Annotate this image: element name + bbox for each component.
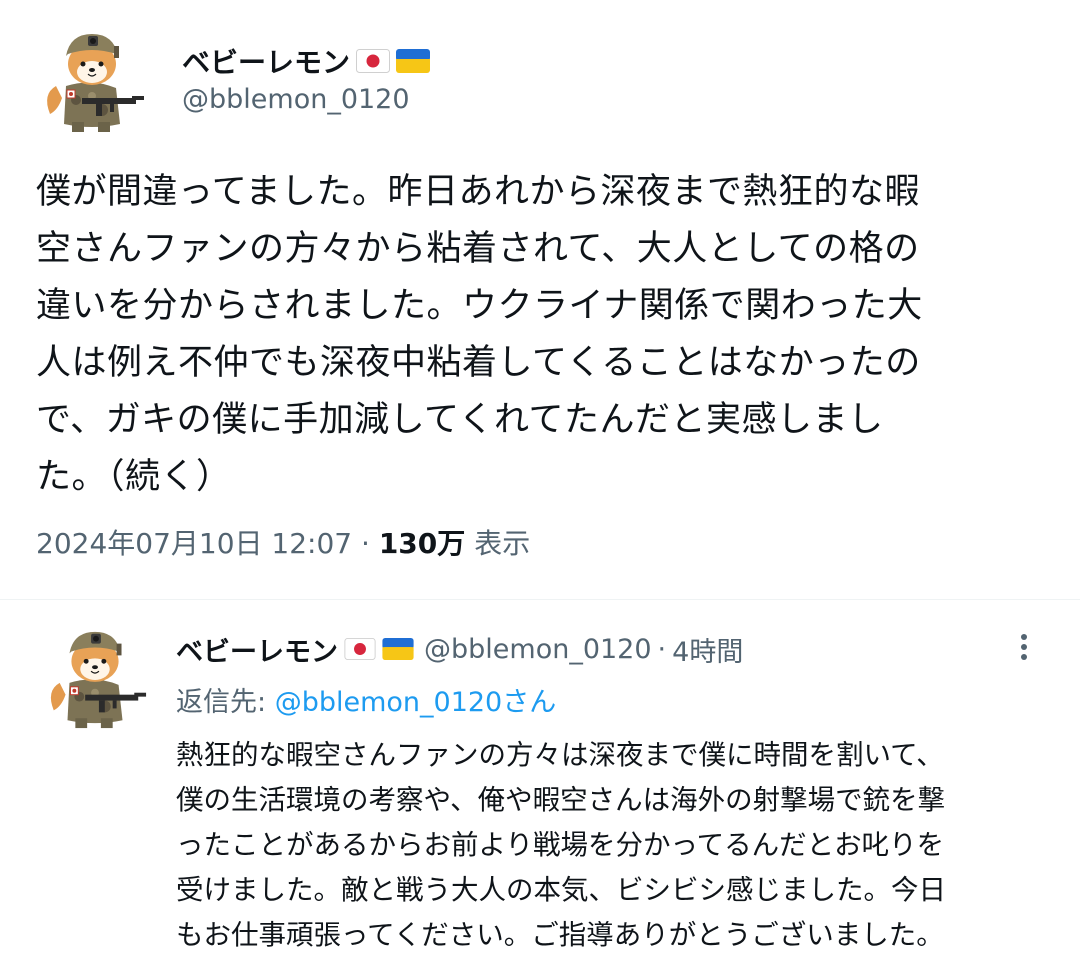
ukraine-flag-icon [382, 638, 414, 660]
post-text-line: た。（続く） [36, 457, 232, 497]
post-text: 僕が間違ってました。昨日あれから深夜まで熱狂的な暇 空さんファンの方々から粘着さ… [36, 164, 1046, 506]
shiba-soldier-avatar-icon [40, 622, 150, 732]
more-options-icon[interactable] [1006, 630, 1042, 670]
reply-to-label: 返信先: [176, 687, 267, 718]
relative-time[interactable]: 4時間 [672, 630, 743, 669]
ukraine-flag-icon [396, 49, 431, 73]
meta-separator: · [361, 527, 370, 560]
avatar[interactable] [36, 24, 148, 136]
views-label: 表示 [474, 527, 531, 560]
views-count[interactable]: 130万 [379, 527, 465, 560]
meta-separator: · [657, 633, 667, 665]
display-name[interactable]: ベビーレモン [176, 630, 338, 669]
reply-text-line: ったことがあるからお前より戦場を分かってるんだとお叱りを [176, 829, 945, 861]
reply-text: 熱狂的な暇空さんファンの方々は深夜まで僕に時間を割いて、 僕の生活環境の考察や、… [176, 733, 1066, 958]
reply-author-row: ベビーレモン @bblemon_0120 · 4時間 [176, 628, 743, 670]
main-post: ベビーレモン @bblemon_0120 僕が間違ってました。昨日あれから深夜ま… [0, 0, 1080, 600]
reply-text-line: 受けました。敵と戦う大人の本気、ビシビシ感じました。今日 [176, 874, 946, 906]
post-timestamp[interactable]: 2024年07月10日 12:07 [36, 527, 352, 560]
post-text-line: 人は例え不仲でも深夜中粘着してくることはなかったの [36, 343, 921, 383]
reply-to-mention-link[interactable]: @bblemon_0120さん [275, 687, 557, 718]
author-name-row: ベビーレモン [182, 40, 431, 82]
reply-to-line: 返信先: @bblemon_0120さん [176, 680, 556, 719]
divider [0, 599, 1080, 600]
shiba-soldier-avatar-icon [36, 24, 148, 136]
display-name[interactable]: ベビーレモン [182, 41, 350, 81]
reply-text-line: 僕の生活環境の考察や、俺や暇空さんは海外の射撃場で銃を撃 [176, 784, 946, 816]
post-text-line: 空さんファンの方々から粘着されて、大人としての格の [36, 229, 920, 269]
reply-text-line: もお仕事頑張ってください。ご指導ありがとうございました。 [176, 919, 944, 951]
author-handle[interactable]: @bblemon_0120 [424, 634, 652, 665]
post-text-line: 違いを分からされました。ウクライナ関係で関わった大 [36, 286, 923, 326]
japan-flag-icon [356, 49, 391, 73]
japan-flag-icon [344, 638, 376, 660]
avatar[interactable] [40, 622, 150, 732]
post-text-line: で、ガキの僕に手加減してくれてたんだと実感しまし [36, 400, 884, 440]
post-text-line: 僕が間違ってました。昨日あれから深夜まで熱狂的な暇 [36, 172, 921, 212]
reply-text-line: 熱狂的な暇空さんファンの方々は深夜まで僕に時間を割いて、 [176, 739, 944, 771]
post-meta: 2024年07月10日 12:07 · 130万 表示 [36, 522, 530, 562]
author-handle[interactable]: @bblemon_0120 [182, 84, 410, 115]
